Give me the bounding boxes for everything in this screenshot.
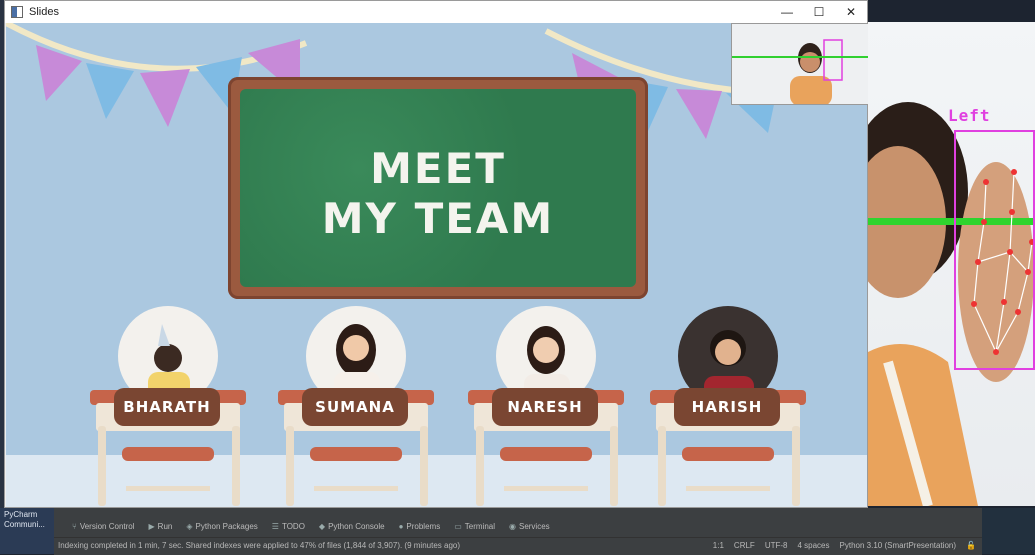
problems-icon: ● [398,522,404,531]
tab-label: Terminal [464,522,495,531]
team-member-card: NARESH [468,306,628,507]
services-icon: ◉ [509,522,516,531]
member-name: HARISH [674,388,780,426]
tab-terminal[interactable]: ▭ Terminal [454,522,495,531]
cursor-position[interactable]: 1:1 [713,541,724,550]
taskbar-tile-line2: Communi... [4,520,45,529]
hand-label: Left [948,106,991,125]
tab-problems[interactable]: ● Problems [399,522,441,531]
desk-leg [476,426,484,506]
chair-bar [686,486,770,491]
close-button[interactable]: ✕ [835,1,867,23]
desk-leg [658,426,666,506]
team-member-card: SUMANA [278,306,438,507]
tab-python-console[interactable]: ◆ Python Console [319,522,385,531]
slide-heading-line1: MEET [370,144,506,193]
python-packages-icon: ◈ [186,522,193,531]
chair-seat [500,447,592,461]
maximize-button[interactable]: ☐ [803,1,835,23]
slide-heading-line2: MY TEAM [321,194,555,243]
member-name: SUMANA [302,388,408,426]
tab-label: Problems [406,522,441,531]
chalkboard-surface: MEET MY TEAM [240,89,636,287]
version-control-icon: ⑂ [72,522,77,531]
desk-leg [98,426,106,506]
hand-bounding-box [954,130,1035,370]
tab-todo[interactable]: ☰ TODO [272,522,305,531]
tab-version-control[interactable]: ⑂ Version Control [72,522,135,531]
chair-seat [310,447,402,461]
webcam-view-large: Left [868,22,1035,506]
ide-status-bar: Indexing completed in 1 min, 7 sec. Shar… [54,537,982,555]
terminal-icon: ▭ [454,522,462,531]
member-name: BHARATH [114,388,220,426]
chair-bar [126,486,210,491]
chair-seat [122,447,214,461]
run-icon: ▶ [148,522,155,531]
tab-label: Version Control [79,522,135,531]
todo-icon: ☰ [271,522,279,531]
slides-app-icon [11,6,23,18]
webcam-preview-small [731,23,875,105]
taskbar-tile-line1: PyCharm [4,510,38,519]
line-separator[interactable]: CRLF [734,541,755,550]
window-titlebar[interactable]: Slides — ☐ ✕ [5,1,867,23]
python-console-icon: ◆ [318,522,326,531]
window-title: Slides [29,6,59,18]
chair-seat [682,447,774,461]
tab-run[interactable]: ▶ Run [149,522,173,531]
file-encoding[interactable]: UTF-8 [765,541,788,550]
member-name: NARESH [492,388,598,426]
lock-icon[interactable]: 🔓 [966,541,976,550]
tab-label: Python Packages [195,522,258,531]
desk-leg [232,426,240,506]
minimize-button[interactable]: — [771,1,803,23]
desk-leg [286,426,294,506]
tab-label: Python Console [328,522,385,531]
tab-label: TODO [281,522,305,531]
team-member-card: BHARATH [90,306,250,507]
slides-window: Slides — ☐ ✕ MEET MY TEAM BHARATH SUMANA… [4,0,875,508]
team-member-card: HARISH [650,306,810,507]
python-interpreter[interactable]: Python 3.10 (SmartPresentation) [840,541,957,550]
chair-bar [504,486,588,491]
tab-services[interactable]: ◉ Services [509,522,550,531]
taskbar-corner [982,508,1035,554]
status-message[interactable]: Indexing completed in 1 min, 7 sec. Shar… [58,541,460,550]
indent-setting[interactable]: 4 spaces [797,541,829,550]
pycharm-taskbar-tile[interactable]: PyCharm Communi... [0,508,54,554]
tab-label: Run [157,522,173,531]
tab-python-packages[interactable]: ◈ Python Packages [186,522,257,531]
webcam-threshold-line [732,56,874,58]
desk-leg [420,426,428,506]
chair-bar [314,486,398,491]
desk-leg [610,426,618,506]
desk-leg [792,426,800,506]
tab-label: Services [518,522,550,531]
chalkboard: MEET MY TEAM [228,77,648,299]
